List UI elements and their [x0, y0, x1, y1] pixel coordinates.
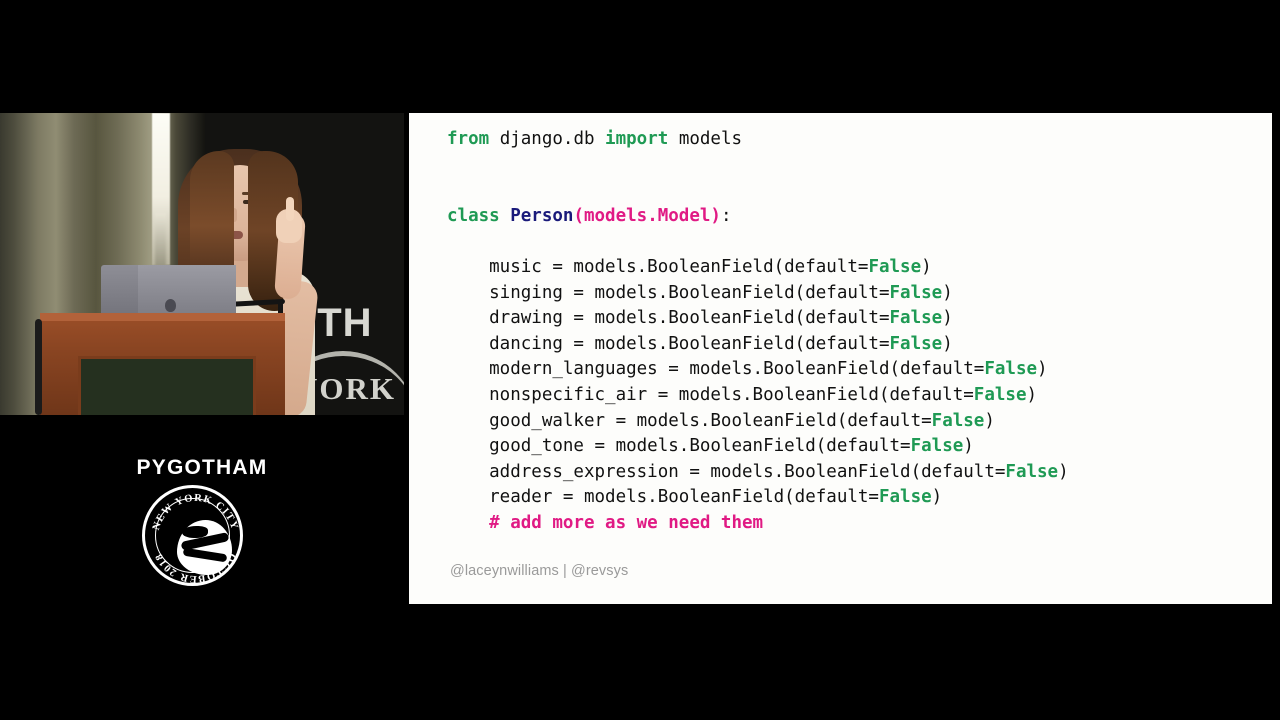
code-token: nonspecific_air = models.BooleanField(de…	[447, 384, 974, 405]
code-token: music = models.BooleanField(default=	[447, 256, 869, 277]
code-token: from	[447, 129, 500, 149]
code-line: # add more as we need them	[447, 511, 1069, 537]
code-token: False	[868, 256, 922, 277]
code-token: )	[1037, 359, 1048, 380]
code-token: False	[1005, 461, 1059, 482]
code-token: )	[942, 333, 953, 354]
code-line: good_walker = models.BooleanField(defaul…	[447, 409, 1069, 435]
code-token: False	[910, 436, 964, 457]
code-line: good_tone = models.BooleanField(default=…	[447, 434, 1069, 460]
code-token: dancing = models.BooleanField(default=	[447, 333, 890, 354]
podium-top-edge	[40, 313, 285, 321]
code-token: )	[1026, 384, 1038, 405]
code-token: modern_languages = models.BooleanField(d…	[447, 359, 985, 380]
code-line: address_expression = models.BooleanField…	[447, 460, 1069, 486]
code-token: )	[931, 487, 943, 508]
pygotham-seal-inner-ring	[155, 498, 232, 575]
code-token: class	[447, 205, 511, 226]
code-token: :	[720, 205, 732, 226]
code-line: from django.db import models	[447, 127, 1069, 153]
code-token: False	[984, 359, 1038, 380]
presentation-slide: from django.db import models class Perso…	[409, 113, 1272, 604]
code-token: )	[963, 436, 974, 457]
window-light-lower	[155, 213, 166, 273]
code-token: )	[942, 308, 953, 329]
code-line: reader = models.BooleanField(default=Fal…	[447, 485, 1069, 511]
pygotham-seal: NEW YORK CITY OCTOBER 2018	[142, 485, 243, 586]
laptop-logo	[165, 299, 176, 312]
code-token: )	[710, 205, 721, 226]
code-token: address_expression = models.BooleanField…	[447, 461, 1006, 482]
podium-front-panel	[78, 356, 256, 415]
code-line: drawing = models.BooleanField(default=Fa…	[447, 306, 1069, 332]
python-code-block: from django.db import models class Perso…	[447, 127, 1069, 537]
code-line: music = models.BooleanField(default=Fals…	[447, 255, 1069, 281]
pygotham-logo: PYGOTHAM NEW YORK CITY OCTOBER 2018	[0, 440, 404, 600]
code-token: good_tone = models.BooleanField(default=	[447, 436, 911, 457]
code-token: singing = models.BooleanField(default=	[447, 282, 890, 303]
code-token: False	[889, 333, 943, 354]
code-token: import	[605, 129, 679, 149]
code-token: False	[878, 487, 932, 508]
laptop-screen-back	[138, 265, 236, 313]
code-line: dancing = models.BooleanField(default=Fa…	[447, 332, 1069, 358]
code-token: False	[931, 410, 985, 431]
code-token: False	[889, 282, 943, 303]
code-token: False	[973, 384, 1027, 405]
code-token: reader = models.BooleanField(default=	[447, 487, 879, 508]
code-token: (	[573, 205, 584, 226]
code-token: # add more as we need them	[447, 512, 764, 533]
code-token: models.Model	[583, 205, 711, 226]
code-token: drawing = models.BooleanField(default=	[447, 308, 890, 329]
pygotham-wordmark: PYGOTHAM	[136, 456, 268, 479]
code-line: class Person(models.Model):	[447, 204, 1069, 230]
code-line: modern_languages = models.BooleanField(d…	[447, 357, 1069, 383]
speaker-video-feed: GOTH YORK ★ ★ ★ ★ ★ ★	[0, 113, 404, 415]
presentation-stage: GOTH YORK ★ ★ ★ ★ ★ ★ PYGOTHAM	[0, 0, 1280, 720]
speaker-raised-finger	[286, 197, 294, 221]
code-token: Person	[510, 205, 574, 226]
code-token: )	[1058, 461, 1069, 482]
code-token: good_walker = models.BooleanField(defaul…	[447, 410, 932, 431]
code-token: )	[921, 256, 932, 277]
code-token: models	[678, 129, 743, 149]
code-line: nonspecific_air = models.BooleanField(de…	[447, 383, 1069, 409]
code-line: singing = models.BooleanField(default=Fa…	[447, 281, 1069, 307]
code-token: )	[984, 410, 995, 431]
code-token: )	[942, 282, 953, 303]
code-token: False	[889, 308, 943, 329]
code-token: django.db	[499, 129, 606, 149]
slide-footer-attribution: @laceynwilliams | @revsys	[450, 563, 629, 579]
podium-cable	[35, 319, 42, 415]
